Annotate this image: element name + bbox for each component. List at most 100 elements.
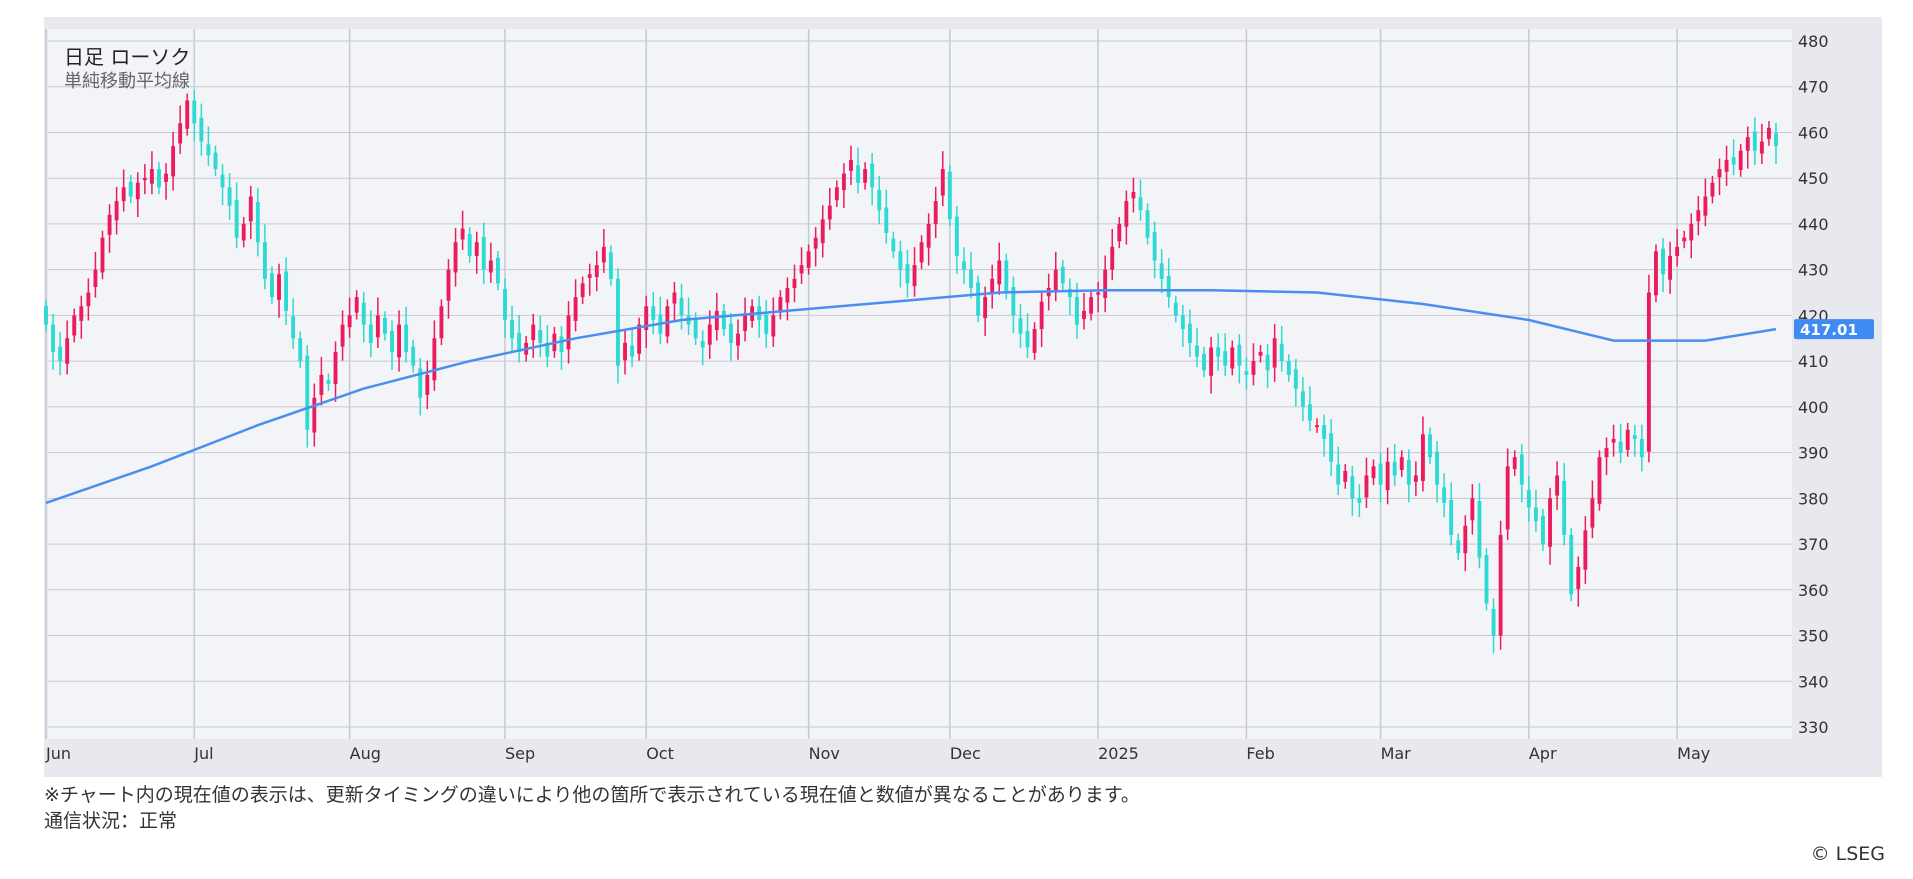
candle-body (1759, 141, 1764, 154)
candle-body (206, 144, 211, 156)
candle-body (1082, 310, 1086, 320)
candle-body (1555, 475, 1560, 496)
candle-body (806, 251, 811, 268)
candle-body (637, 324, 642, 354)
candle-body (630, 345, 635, 357)
disclaimer-text: ※チャート内の現在値の表示は、更新タイミングの違いにより他の箇所で表示されている… (44, 784, 1140, 806)
candle-body (969, 269, 973, 288)
candle-body (976, 282, 981, 316)
candle-body (1682, 237, 1687, 242)
candle-body (1364, 475, 1369, 498)
x-tick-label: Aug (350, 744, 381, 763)
candle-body (1371, 466, 1376, 479)
candle-body (1413, 475, 1418, 482)
candle-body (1463, 525, 1468, 554)
candle-body (404, 324, 409, 352)
candle-body (361, 302, 366, 325)
candle-body (1060, 266, 1065, 284)
candle-body (1039, 301, 1044, 330)
candle-body (1745, 137, 1750, 151)
x-tick-label: May (1677, 744, 1710, 763)
candle-body (693, 319, 698, 339)
candle-body (1420, 434, 1425, 481)
candle-body (926, 223, 931, 248)
candle-body (460, 228, 465, 240)
candle-body (1442, 487, 1447, 503)
x-tick-label: Mar (1381, 744, 1412, 763)
candle-body (488, 260, 493, 273)
candle-body (587, 274, 592, 278)
candle-body (623, 342, 627, 361)
candle-body (1710, 182, 1715, 197)
candle-body (1329, 433, 1334, 462)
candle-body (601, 246, 606, 263)
x-tick-label: Jul (193, 744, 213, 763)
candle-body (573, 297, 578, 321)
candle-body (841, 173, 846, 191)
candle-body (199, 117, 204, 142)
candle-body (1668, 255, 1673, 280)
candle-body (114, 201, 119, 221)
x-tick-label: Dec (950, 744, 981, 763)
candle-body (1187, 323, 1192, 343)
candle-body (905, 264, 910, 284)
candle-body (608, 252, 613, 279)
y-tick-label: 440 (1798, 215, 1829, 234)
candle-body (1032, 329, 1037, 353)
candle-body (1230, 347, 1235, 369)
candle-body (397, 324, 402, 358)
candle-body (1597, 457, 1602, 504)
candle-body (792, 278, 797, 288)
candle-body (347, 315, 352, 328)
candle-body (234, 200, 239, 238)
candle-body (1576, 566, 1581, 589)
candle-body (1336, 464, 1341, 485)
candle-body (891, 238, 896, 252)
candle-body (1392, 461, 1397, 476)
candle-body (856, 165, 860, 183)
candle-body (107, 214, 112, 235)
candle-body (820, 219, 825, 244)
candle-body (721, 310, 726, 330)
candle-body (446, 269, 451, 301)
candle-body (1484, 555, 1489, 604)
candle-body (1173, 302, 1178, 316)
candle-body (1604, 448, 1609, 458)
candle-body (1343, 470, 1348, 482)
candle-body (1661, 248, 1665, 275)
candle-body (227, 187, 232, 206)
candle-body (1216, 347, 1221, 357)
candle-body (1752, 131, 1757, 151)
y-tick-label: 370 (1798, 535, 1829, 554)
candle-body (333, 351, 338, 384)
candle-body (65, 338, 70, 364)
candle-body (912, 265, 917, 287)
candle-body (340, 324, 345, 347)
candle-body (559, 336, 564, 352)
candle-body (1703, 196, 1708, 216)
candle-body (672, 292, 677, 304)
candle-body (425, 374, 430, 395)
candle-body (849, 159, 853, 171)
candle-body (178, 123, 183, 144)
candle-body (898, 251, 903, 270)
candle-body (538, 330, 543, 343)
candle-body (1724, 159, 1729, 172)
candle-body (1096, 292, 1101, 295)
candle-body (390, 330, 394, 352)
candle-body (771, 315, 776, 337)
candle-body (1124, 201, 1129, 227)
candle-body (947, 171, 952, 220)
data-credit: © LSEG (1810, 843, 1885, 865)
candle-body (262, 242, 267, 279)
candle-body (566, 315, 571, 350)
y-tick-label: 330 (1798, 718, 1829, 737)
candle-body (728, 323, 733, 343)
candle-body (1428, 434, 1432, 458)
candle-body (305, 355, 310, 430)
candle-body (531, 324, 536, 341)
candle-body (467, 233, 472, 256)
candle-body (743, 315, 748, 331)
y-tick-label: 340 (1798, 672, 1829, 691)
candle-body (93, 269, 98, 288)
